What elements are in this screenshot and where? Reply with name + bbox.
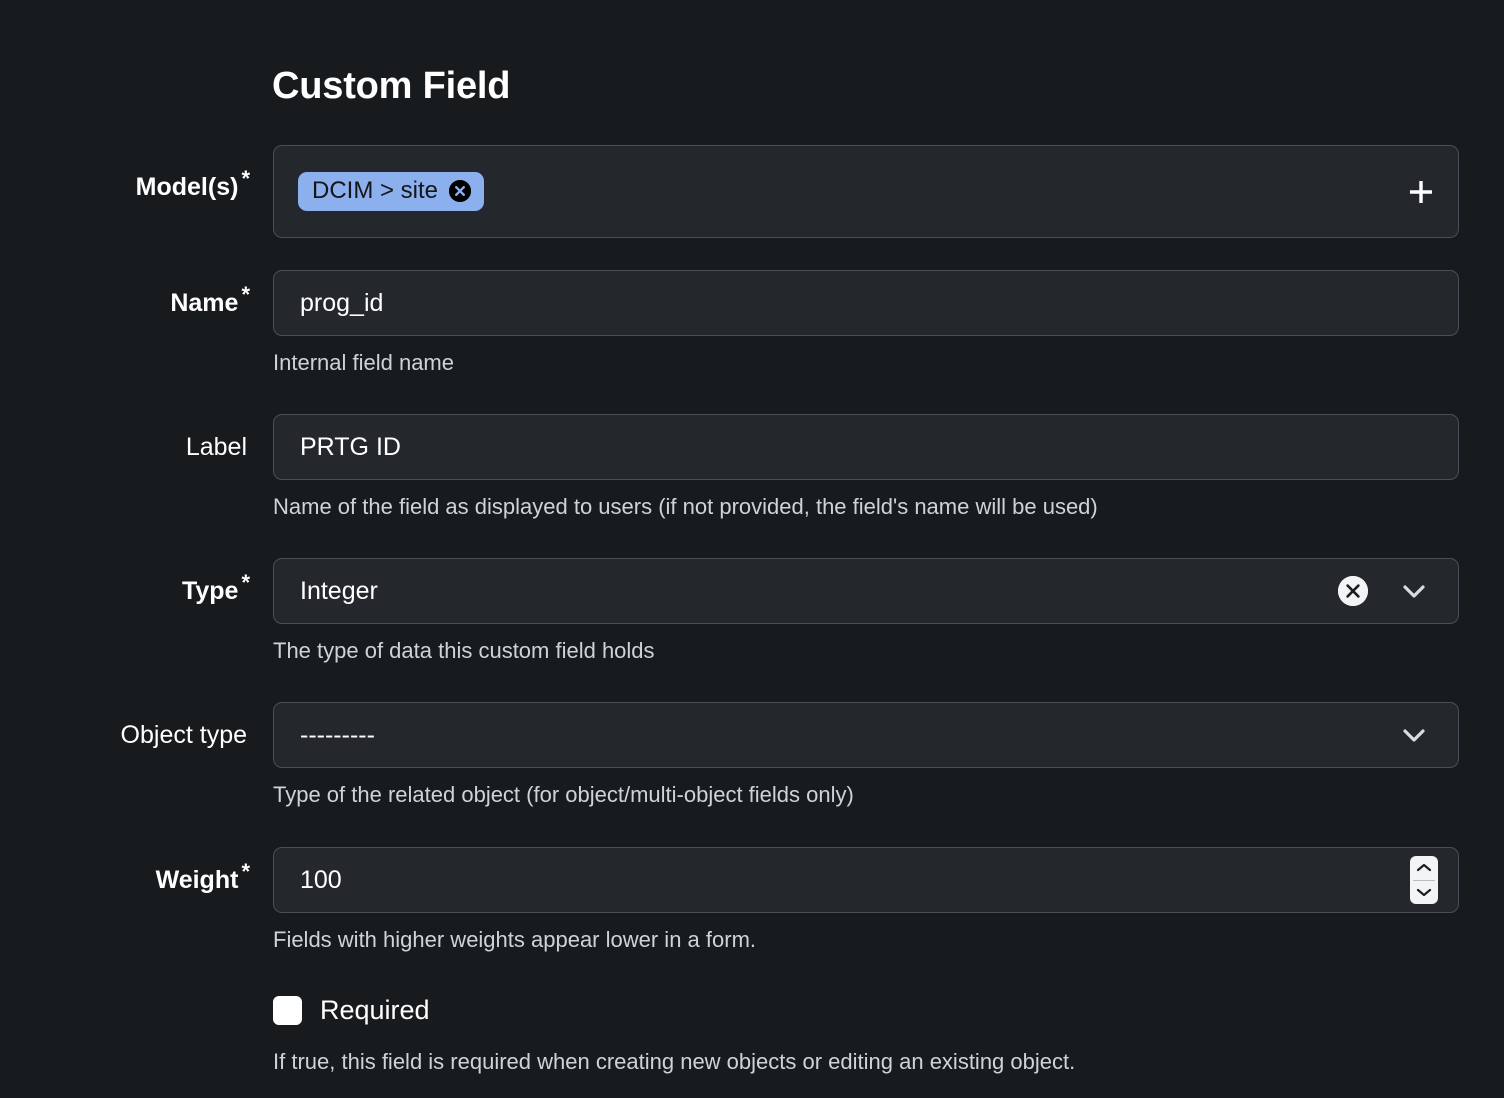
type-select-icons [1338, 576, 1442, 606]
weight-input-value: 100 [300, 865, 342, 894]
object-type-select-icons [1400, 721, 1442, 749]
number-spinner-icon[interactable] [1410, 856, 1438, 904]
type-field-wrap: Integer The type of data this custom fie… [273, 558, 1459, 665]
object-type-label-text: Object type [120, 721, 247, 749]
name-input-value: prog_id [300, 288, 384, 317]
type-label-text: Type [181, 577, 239, 605]
type-help-text: The type of data this custom field holds [273, 638, 655, 663]
circle-x-icon[interactable] [449, 180, 472, 202]
object-type-label: Object type [0, 720, 250, 750]
chevron-down-icon[interactable] [1400, 721, 1428, 749]
name-field-wrap: prog_id Internal field name [273, 270, 1459, 377]
type-select-value: Integer [300, 576, 378, 605]
weight-input[interactable]: 100 [273, 847, 1459, 913]
page-title: Custom Field [272, 65, 511, 107]
spinner-up[interactable] [1415, 856, 1433, 879]
weight-field-wrap: 100 Fields with higher weights appear lo… [273, 847, 1459, 954]
plus-icon[interactable] [1404, 175, 1438, 209]
weight-label: Weight * [0, 860, 250, 895]
object-type-select-value: --------- [300, 720, 375, 749]
models-label: Model(s) * [0, 167, 250, 202]
type-required-marker: * [241, 569, 250, 595]
field-label-wrap: PRTG ID Name of the field as displayed t… [273, 414, 1459, 521]
name-help-text: Internal field name [273, 350, 454, 375]
field-label-help-text: Name of the field as displayed to users … [273, 494, 1098, 519]
object-type-help-text: Type of the related object (for object/m… [273, 782, 854, 807]
weight-help-text: Fields with higher weights appear lower … [273, 927, 757, 952]
models-tag-label: DCIM > site [312, 177, 439, 204]
chevron-down-icon[interactable] [1400, 577, 1428, 605]
models-multiselect[interactable]: DCIM > site [273, 145, 1459, 238]
models-label-text: Model(s) [135, 173, 239, 201]
required-checkbox-label: Required [320, 995, 430, 1025]
spinner-divider [1413, 879, 1435, 881]
required-checkbox-row[interactable]: Required [273, 995, 430, 1026]
custom-field-form-page: Custom Field Model(s) * DCIM > site Name… [0, 0, 1504, 1098]
weight-label-text: Weight [155, 866, 239, 894]
spinner-down[interactable] [1415, 882, 1433, 905]
name-required-marker: * [241, 281, 250, 307]
field-label-input[interactable]: PRTG ID [273, 414, 1459, 480]
type-select[interactable]: Integer [273, 558, 1459, 624]
type-label: Type * [0, 571, 250, 606]
models-tag[interactable]: DCIM > site [298, 172, 485, 211]
field-label-label: Label [0, 432, 250, 462]
models-tag-list: DCIM > site [298, 172, 1404, 211]
object-type-select[interactable]: --------- [273, 702, 1459, 768]
circle-x-icon[interactable] [1338, 576, 1368, 606]
name-label: Name * [0, 283, 250, 318]
required-help-text: If true, this field is required when cre… [273, 1049, 1076, 1074]
models-field-wrap: DCIM > site [273, 145, 1459, 238]
weight-required-marker: * [241, 858, 250, 884]
field-label-input-value: PRTG ID [300, 432, 401, 461]
required-checkbox[interactable] [273, 996, 302, 1025]
name-label-text: Name [170, 289, 239, 317]
models-required-marker: * [241, 165, 250, 191]
field-label-label-text: Label [185, 433, 247, 461]
object-type-field-wrap: --------- Type of the related object (fo… [273, 702, 1459, 809]
name-input[interactable]: prog_id [273, 270, 1459, 336]
